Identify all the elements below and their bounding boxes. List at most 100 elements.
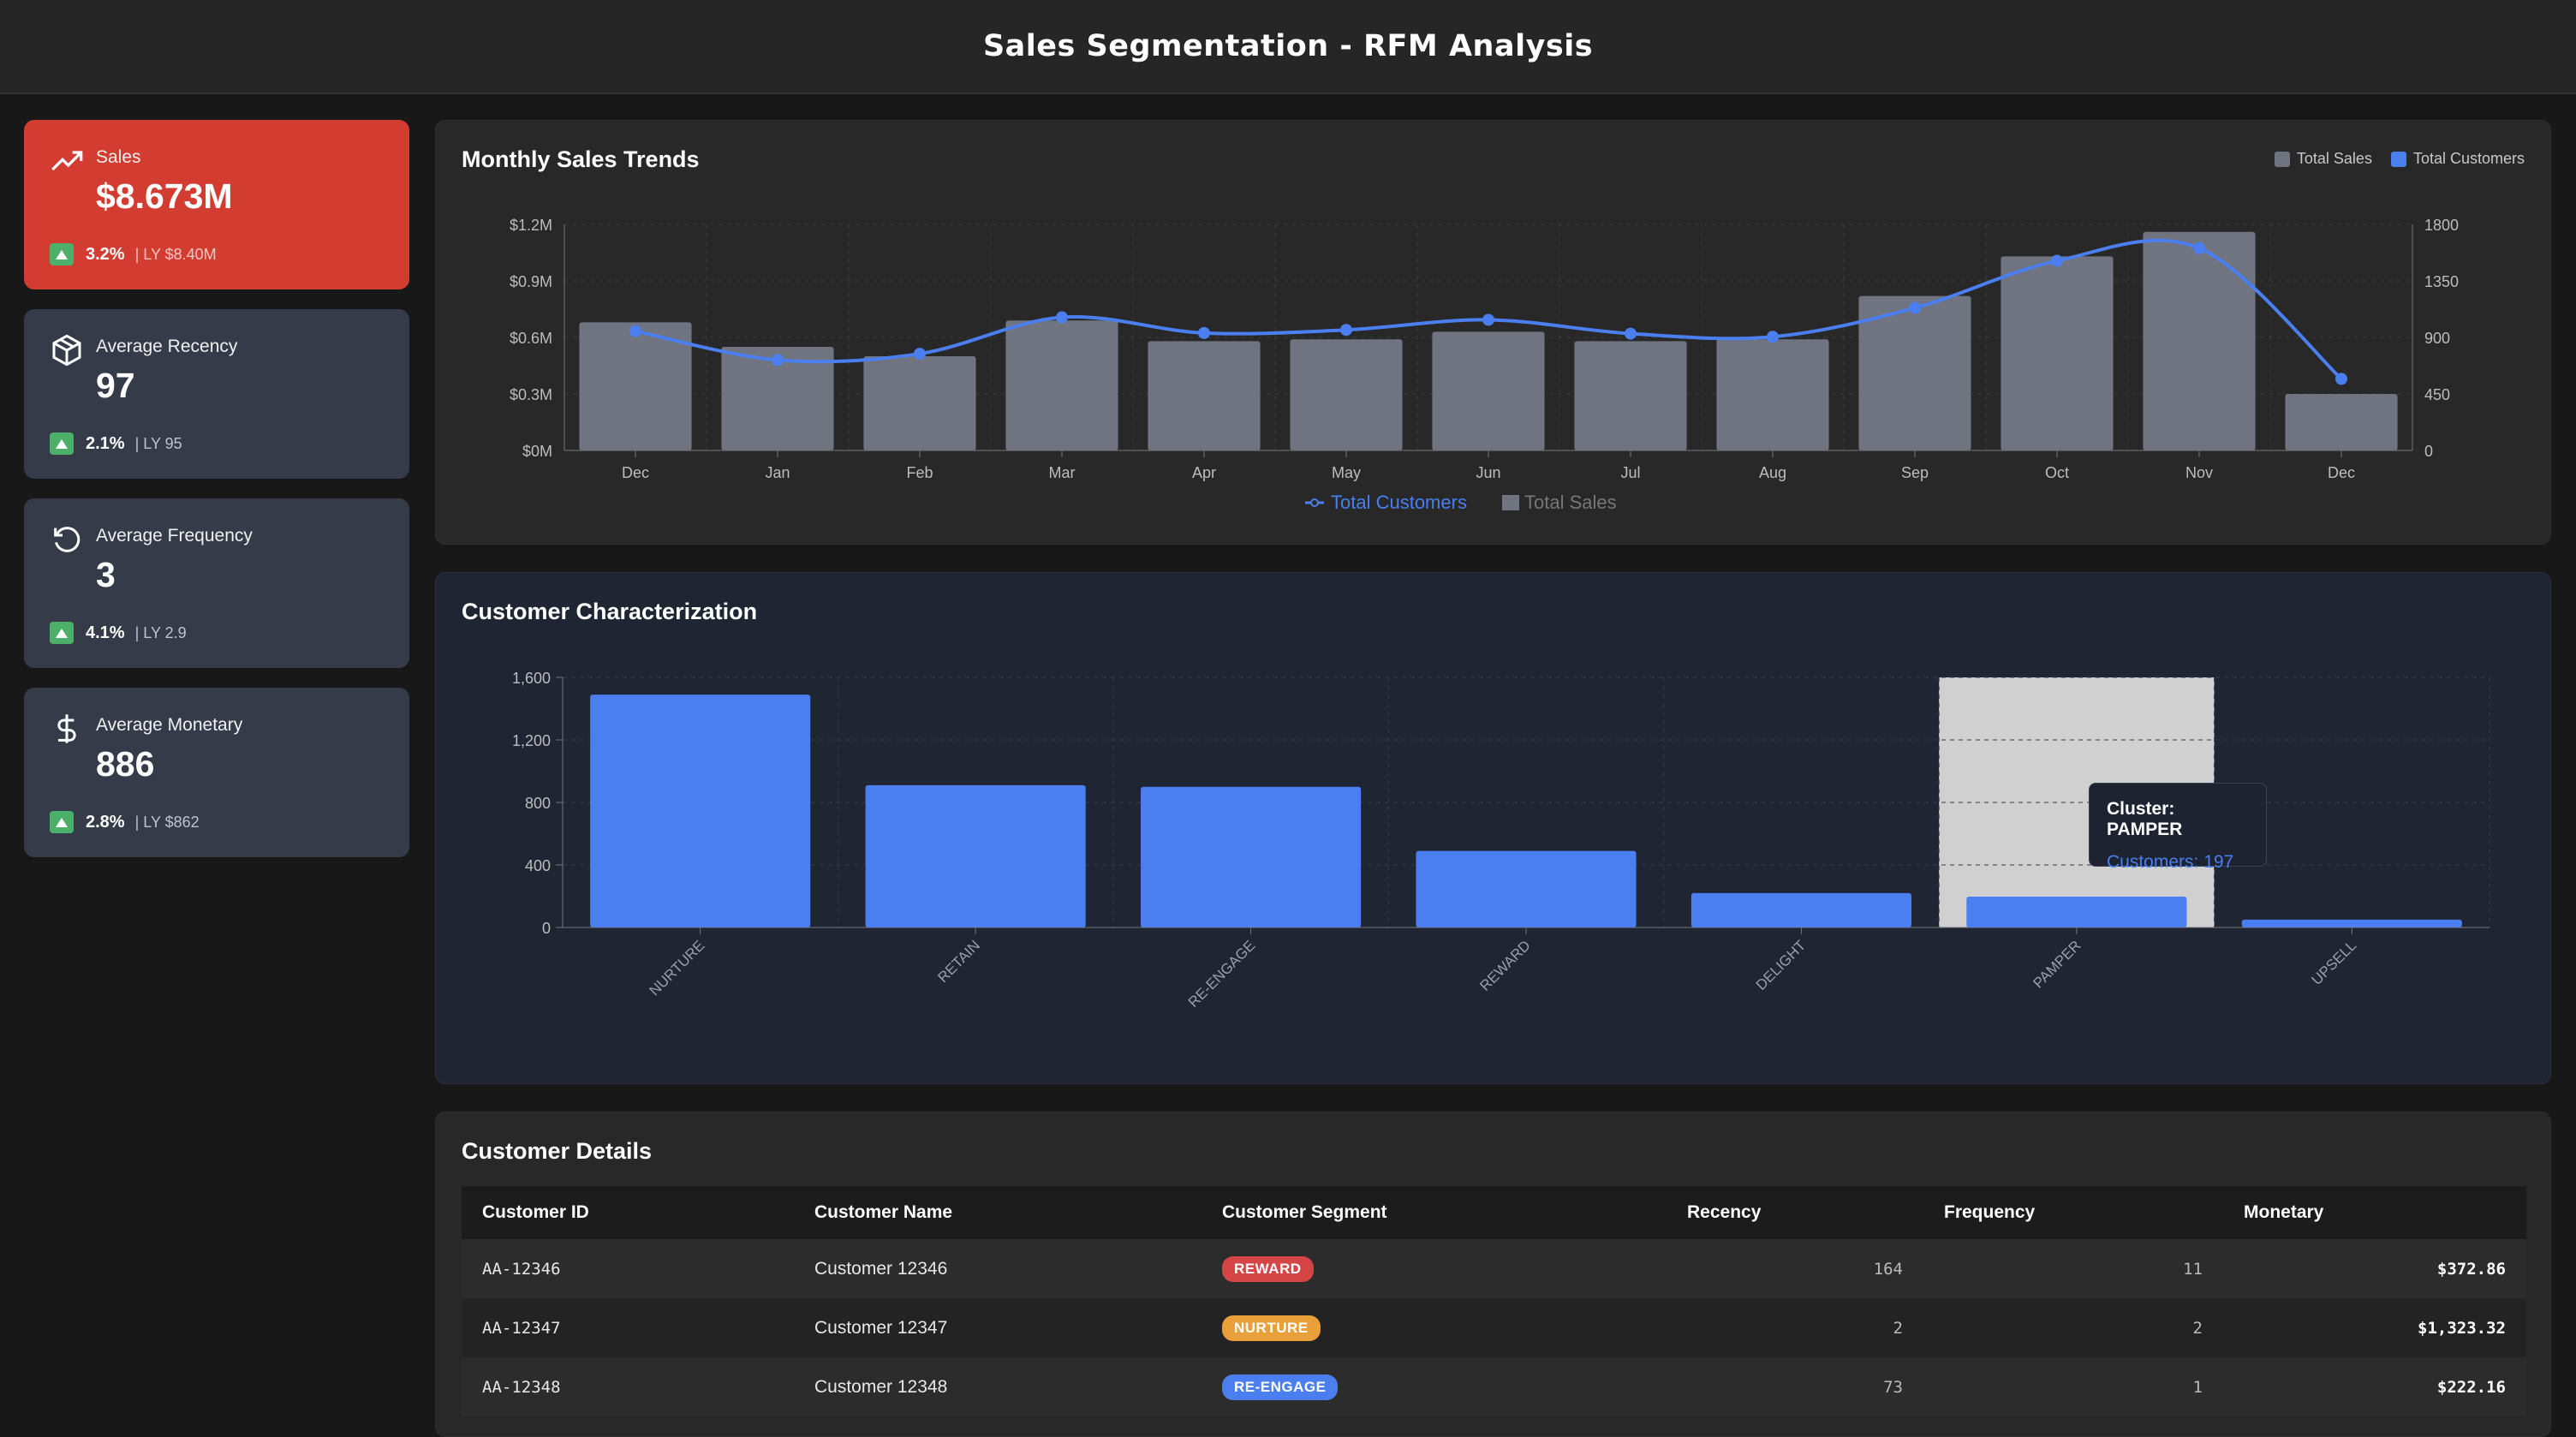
x-axis-tick-label: Apr [1192, 464, 1216, 481]
kpi-change-percent: 4.1% [86, 623, 125, 642]
y-axis-tick-label: 800 [525, 795, 551, 812]
arrow-up-icon [50, 622, 74, 644]
x-axis-tick-label: UPSELL [2309, 937, 2360, 988]
y-axis-tick-label: 400 [525, 857, 551, 874]
kpi-last-year: | LY $862 [134, 813, 200, 831]
point-total-customers [1767, 331, 1779, 343]
rotate-ccw-icon [54, 527, 80, 552]
table-row[interactable]: AA-12347 Customer 12347 NURTURE 2 2 $1,3… [462, 1298, 2526, 1357]
table-row[interactable]: AA-12346 Customer 12346 REWARD 164 11 $3… [462, 1239, 2526, 1298]
customer-details-panel: Customer Details Customer ID Customer Na… [435, 1112, 2551, 1437]
page-title: Sales Segmentation - RFM Analysis [982, 29, 1594, 63]
bar-segment-customers [1416, 850, 1637, 927]
x-axis-tick-label: Sep [1901, 464, 1929, 481]
tooltip-title: Cluster: PAMPER [2107, 799, 2183, 839]
cell-monetary: $222.16 [2436, 1377, 2506, 1397]
cell-monetary: $1,323.32 [2418, 1318, 2506, 1338]
kpi-change: 4.1% | LY 2.9 [50, 622, 187, 644]
column-header-frequency[interactable]: Frequency [1923, 1186, 2223, 1239]
bar-total-sales [1432, 331, 1545, 450]
bar-segment-customers [590, 695, 811, 927]
point-total-customers [2051, 254, 2063, 267]
trending-up-icon [51, 151, 83, 171]
kpi-label: Average Recency [96, 337, 238, 356]
package-icon [52, 334, 81, 367]
column-header-recency[interactable]: Recency [1667, 1186, 1923, 1239]
dollar-icon [57, 714, 76, 743]
x-axis-tick-label: RE-ENGAGE [1185, 937, 1259, 1011]
kpi-card-recency[interactable]: Average Recency 97 2.1% | LY 95 [24, 309, 409, 479]
kpi-change-percent: 2.8% [86, 812, 125, 832]
customer-details-table: Customer ID Customer Name Customer Segme… [462, 1186, 2526, 1416]
cell-customer-segment: RE-ENGAGE [1202, 1357, 1667, 1416]
cell-frequency: 2 [2192, 1318, 2203, 1338]
y-axis-tick-label: $0.6M [510, 330, 552, 347]
y-axis-tick-label: $0M [522, 443, 552, 460]
column-header-customer-name[interactable]: Customer Name [794, 1186, 1202, 1239]
cell-recency: 2 [1893, 1318, 1903, 1338]
legend-marker-total-sales [1502, 495, 1519, 510]
x-axis-tick-label: Jan [765, 464, 790, 481]
x-axis-tick-label: May [1332, 464, 1361, 481]
segment-badge: RE-ENGAGE [1222, 1374, 1339, 1400]
cell-recency: 164 [1873, 1259, 1903, 1279]
kpi-card-monetary[interactable]: Average Monetary 886 2.8% | LY $862 [24, 688, 409, 857]
monthly-sales-panel: Monthly Sales Trends Total Sales Total C… [435, 120, 2551, 545]
bar-total-sales [2143, 231, 2256, 450]
arrow-up-icon [50, 811, 74, 833]
point-total-customers [772, 354, 784, 367]
y2-axis-tick-label: 900 [2424, 330, 2450, 347]
y-axis-tick-label: $0.3M [510, 386, 552, 403]
bar-total-sales [2285, 394, 2398, 450]
bar-segment-customers [1690, 892, 1911, 927]
chart-tooltip: Cluster: PAMPER Customers: 197 [2089, 783, 2267, 872]
kpi-card-sales[interactable]: Sales $8.673M 3.2% | LY $8.40M [24, 120, 409, 289]
y-axis-tick-label: 1,200 [512, 732, 551, 749]
cell-customer-id: AA-12346 [482, 1259, 561, 1279]
y-axis-tick-label: 1,600 [512, 670, 551, 687]
bar-total-sales [2001, 256, 2114, 450]
bar-total-sales [1148, 341, 1261, 450]
y2-axis-tick-label: 450 [2424, 386, 2450, 403]
x-axis-tick-label: Dec [622, 464, 649, 481]
table-row[interactable]: AA-12348 Customer 12348 RE-ENGAGE 73 1 $… [462, 1357, 2526, 1416]
point-total-customers [2193, 241, 2205, 254]
bar-segment-customers [865, 784, 1086, 927]
arrow-up-icon [50, 243, 74, 265]
cell-customer-segment: NURTURE [1202, 1298, 1667, 1357]
kpi-label: Sales [96, 147, 141, 167]
kpi-change: 2.1% | LY 95 [50, 432, 182, 455]
column-header-customer-id[interactable]: Customer ID [462, 1186, 794, 1239]
cell-frequency: 1 [2192, 1377, 2203, 1397]
cell-customer-id: AA-12347 [482, 1318, 561, 1338]
table-header-row: Customer ID Customer Name Customer Segme… [462, 1186, 2526, 1239]
cell-customer-name: Customer 12347 [814, 1317, 948, 1338]
monthly-sales-chart[interactable]: $0M 0 $0.3M 450 $0.6M 900 $0.9M 1350 $1.2M 1800 De… [436, 121, 2552, 546]
column-header-monetary[interactable]: Monetary [2223, 1186, 2526, 1239]
kpi-label: Average Frequency [96, 526, 253, 546]
y2-axis-tick-label: 1800 [2424, 217, 2459, 234]
kpi-last-year: | LY $8.40M [134, 245, 217, 263]
kpi-value: 886 [96, 744, 155, 784]
bar-total-sales [1716, 339, 1829, 450]
point-total-customers [914, 348, 926, 361]
kpi-change: 2.8% | LY $862 [50, 811, 200, 833]
x-axis-tick-label: Mar [1049, 464, 1076, 481]
kpi-card-frequency[interactable]: Average Frequency 3 4.1% | LY 2.9 [24, 498, 409, 668]
bar-segment-customers [2241, 919, 2462, 927]
kpi-last-year: | LY 95 [134, 434, 182, 452]
cell-monetary: $372.86 [2436, 1259, 2506, 1279]
bar-total-sales [1005, 320, 1118, 450]
tooltip-body: Customers: 197 [2107, 852, 2234, 872]
legend-label-total-sales: Total Sales [1524, 492, 1617, 513]
bar-segment-customers [1966, 897, 2187, 927]
column-header-customer-segment[interactable]: Customer Segment [1202, 1186, 1667, 1239]
cell-customer-segment: REWARD [1202, 1239, 1667, 1298]
bar-total-sales [1290, 339, 1403, 450]
point-total-customers [2335, 373, 2347, 385]
x-axis-tick-label: Aug [1759, 464, 1786, 481]
bar-total-sales [863, 356, 976, 450]
kpi-last-year: | LY 2.9 [134, 623, 187, 641]
segment-badge: NURTURE [1222, 1315, 1321, 1341]
x-axis-tick-label: RETAIN [934, 937, 983, 986]
